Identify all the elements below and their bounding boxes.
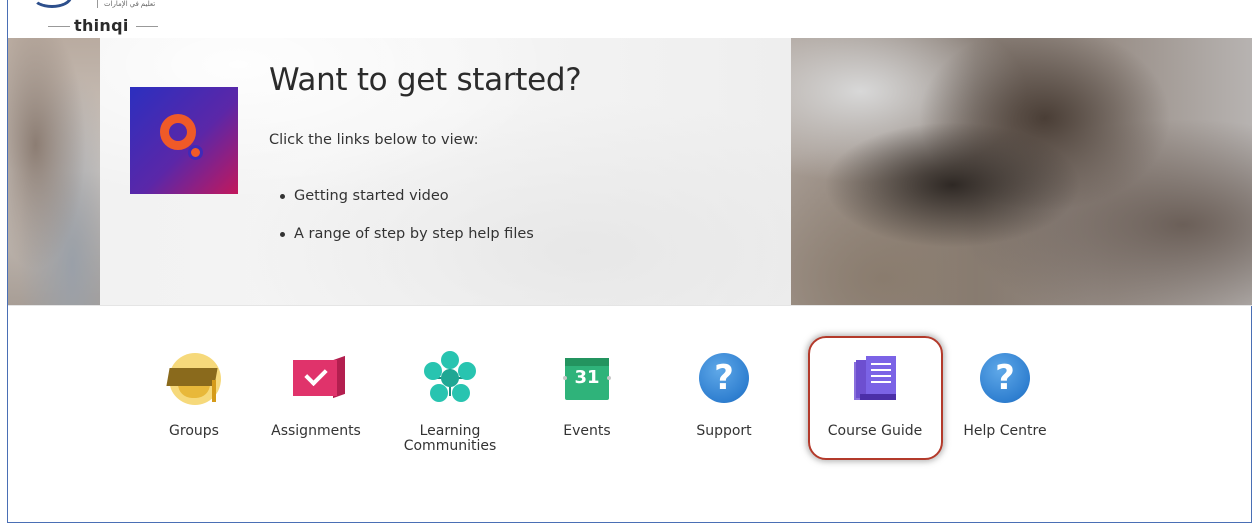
q-logo-icon <box>160 114 196 150</box>
book-icon <box>847 350 903 406</box>
tile-learning-communities[interactable]: Learning Communities <box>400 350 500 454</box>
question-icon: ? <box>977 350 1033 406</box>
question-icon: ? <box>696 350 752 406</box>
divider <box>8 305 1252 306</box>
banner-photo-right <box>791 38 1252 305</box>
list-item[interactable]: Getting started video <box>278 186 534 224</box>
welcome-banner: Want to get started? Click the links bel… <box>8 38 1252 305</box>
tile-label: Events <box>563 423 611 439</box>
brand-logo-tile <box>130 87 238 194</box>
page-frame: تعليم في الإمارات thinqi Want to get sta… <box>7 0 1252 523</box>
banner-title: Want to get started? <box>269 62 582 98</box>
network-icon <box>422 350 478 406</box>
tile-label: Groups <box>169 423 219 439</box>
logo[interactable]: thinqi <box>74 16 129 35</box>
graduation-cap-icon <box>166 350 222 406</box>
tile-events[interactable]: 31 Events <box>537 350 637 439</box>
tile-label: Assignments <box>271 423 361 439</box>
list-item[interactable]: A range of step by step help files <box>278 224 534 262</box>
tile-support[interactable]: ? Support <box>674 350 774 439</box>
tile-groups[interactable]: Groups <box>144 350 244 439</box>
tile-label: Help Centre <box>963 423 1047 439</box>
tile-assignments[interactable]: Assignments <box>266 350 366 439</box>
top-bar: تعليم في الإمارات thinqi <box>8 0 1252 38</box>
tile-label: Learning Communities <box>403 423 497 454</box>
tile-course-guide[interactable]: Course Guide <box>825 350 925 439</box>
tile-label: Support <box>696 423 752 439</box>
tile-label: Course Guide <box>827 423 923 439</box>
checkmark-flag-icon <box>288 350 345 406</box>
banner-list: Getting started video A range of step by… <box>278 186 534 262</box>
logo-subtext: تعليم في الإمارات <box>104 1 156 8</box>
tile-help-centre[interactable]: ? Help Centre <box>955 350 1055 439</box>
logo-swoosh-icon <box>32 0 72 8</box>
banner-subtitle: Click the links below to view: <box>269 132 479 148</box>
banner-photo-left <box>8 38 100 305</box>
calendar-icon: 31 <box>559 350 615 406</box>
